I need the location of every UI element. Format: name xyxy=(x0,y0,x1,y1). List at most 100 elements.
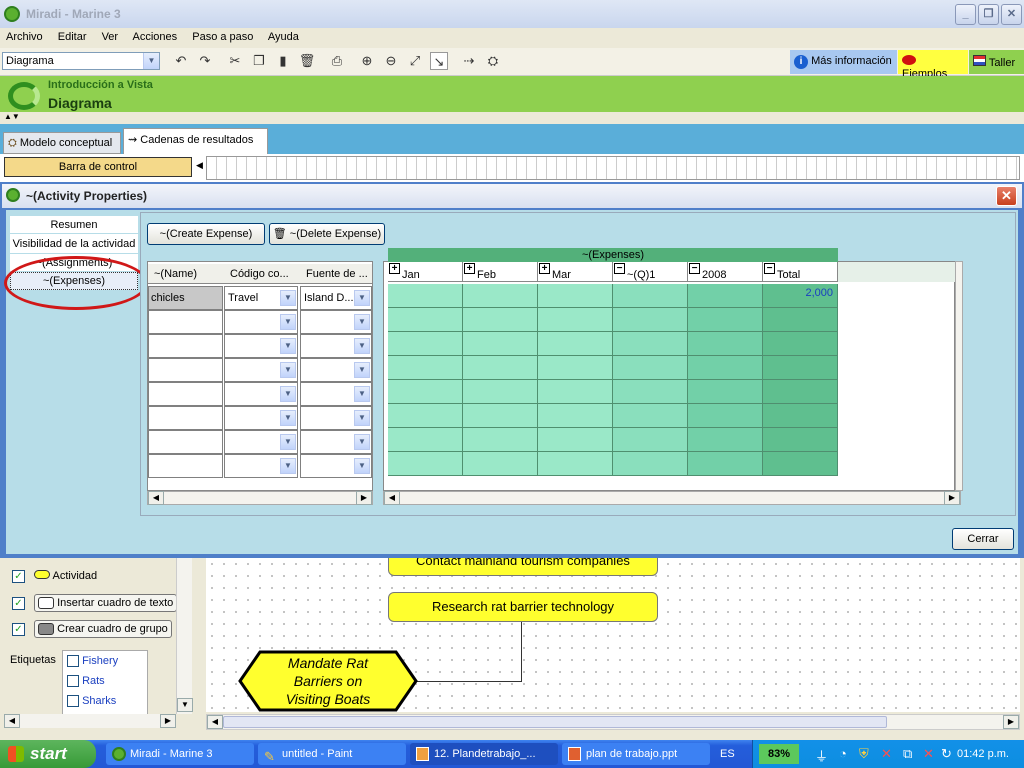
grid-cell[interactable] xyxy=(613,308,688,332)
power-plug-icon[interactable]: ⏚ xyxy=(815,746,828,765)
scroll-thumb[interactable] xyxy=(223,716,887,728)
maximize-button[interactable]: ❐ xyxy=(978,4,999,25)
grid-col-header[interactable]: − Total xyxy=(763,262,838,282)
grid-cell[interactable] xyxy=(388,284,463,308)
table-row[interactable]: ▼ ▼ xyxy=(148,454,372,478)
expense-name-field[interactable] xyxy=(148,406,223,430)
grid-cell[interactable] xyxy=(613,380,688,404)
grid-cell[interactable] xyxy=(388,452,463,476)
table-row[interactable]: ▼ ▼ xyxy=(148,358,372,382)
grid-cell[interactable] xyxy=(463,356,538,380)
grid-cell[interactable] xyxy=(538,452,613,476)
chevron-down-icon[interactable]: ▼ xyxy=(354,338,370,354)
grid-cell[interactable] xyxy=(763,356,838,380)
grid-col-header[interactable]: + Jan xyxy=(388,262,463,282)
dialog-close-button[interactable]: ✕ xyxy=(996,186,1017,206)
grid-cell[interactable] xyxy=(763,452,838,476)
collapse-left-icon[interactable]: ◀ xyxy=(196,160,203,171)
tag-sharks[interactable]: Sharks xyxy=(63,691,147,711)
task-paint[interactable]: ✎ untitled - Paint xyxy=(258,743,406,765)
cut-icon[interactable]: ✂ xyxy=(226,52,244,70)
grid-cell[interactable] xyxy=(538,332,613,356)
grid-cell[interactable] xyxy=(388,332,463,356)
grid-cell[interactable] xyxy=(463,452,538,476)
create-expense-button[interactable]: ~(Create Expense) xyxy=(147,223,265,245)
clock[interactable]: 01:42 p.m. xyxy=(957,748,1009,760)
collapse-arrows-icon[interactable]: ▲▼ xyxy=(4,112,20,121)
pointer-icon[interactable]: ↘ xyxy=(430,52,448,70)
grid-cell[interactable] xyxy=(688,428,763,452)
grid-cell[interactable] xyxy=(688,284,763,308)
grid-cell[interactable] xyxy=(388,356,463,380)
sidebar-check-group[interactable]: ✓ Crear cuadro de grupo xyxy=(12,620,172,639)
sidebar-vertical-scrollbar[interactable]: ▼ xyxy=(176,558,193,714)
col-code-header[interactable]: Código co... xyxy=(230,268,289,280)
task-ppt[interactable]: plan de trabajo.ppt xyxy=(562,743,710,765)
grid-horizontal-scrollbar[interactable]: ◀ ▶ xyxy=(383,491,961,505)
chevron-down-icon[interactable]: ▼ xyxy=(354,434,370,450)
grid-cell[interactable] xyxy=(688,404,763,428)
chevron-down-icon[interactable]: ▼ xyxy=(280,386,296,402)
undo-icon[interactable]: ↶ xyxy=(172,52,190,70)
task-miradi[interactable]: Miradi - Marine 3 xyxy=(106,743,254,765)
grid-cell[interactable] xyxy=(688,308,763,332)
grid-cell[interactable] xyxy=(463,284,538,308)
nav-summary[interactable]: Resumen xyxy=(10,216,138,234)
menu-acciones[interactable]: Acciones xyxy=(133,31,178,43)
task-plan-doc[interactable]: 12. Plandetrabajo_... xyxy=(410,743,558,765)
scroll-left-icon[interactable]: ◀ xyxy=(207,715,223,729)
delete-icon[interactable]: 🗑 xyxy=(298,52,316,70)
chevron-down-icon[interactable]: ▼ xyxy=(280,434,296,450)
expense-code-select[interactable]: ▼ xyxy=(224,358,298,382)
scroll-down-icon[interactable]: ▼ xyxy=(177,698,193,712)
menu-archivo[interactable]: Archivo xyxy=(6,31,43,43)
grid-cell[interactable] xyxy=(688,452,763,476)
grid-cell[interactable] xyxy=(688,332,763,356)
table-horizontal-scrollbar[interactable]: ◀ ▶ xyxy=(147,491,373,505)
tag-rats[interactable]: Rats xyxy=(63,671,147,691)
table-row[interactable]: ▼ ▼ xyxy=(148,334,372,358)
delete-expense-button[interactable]: 🗑 ~(Delete Expense) xyxy=(269,223,385,245)
grid-cell[interactable] xyxy=(388,380,463,404)
scroll-left-icon[interactable]: ◀ xyxy=(384,491,400,505)
table-row[interactable]: ▼ ▼ xyxy=(148,382,372,406)
chevron-down-icon[interactable]: ▼ xyxy=(280,458,296,474)
sidebar-check-activity[interactable]: ✓ Actividad xyxy=(12,570,97,583)
menu-ver[interactable]: Ver xyxy=(102,31,119,43)
grid-cell[interactable] xyxy=(613,284,688,308)
sidebar-check-textbox[interactable]: ✓ Insertar cuadro de texto xyxy=(12,594,178,613)
view-select[interactable]: Diagrama ▼ xyxy=(2,52,160,70)
expense-name-field[interactable] xyxy=(148,358,223,382)
scroll-right-icon[interactable]: ▶ xyxy=(356,491,372,505)
grid-cell[interactable] xyxy=(613,404,688,428)
grid-cell[interactable] xyxy=(388,308,463,332)
expense-source-select[interactable]: ▼ xyxy=(300,406,372,430)
grid-cell[interactable] xyxy=(388,428,463,452)
scroll-right-icon[interactable]: ▶ xyxy=(160,714,176,728)
grid-cell[interactable] xyxy=(763,404,838,428)
close-window-button[interactable]: ✕ xyxy=(1001,4,1022,25)
grid-cell[interactable] xyxy=(538,428,613,452)
network-disconnected-icon[interactable]: ✕ xyxy=(923,746,934,762)
expand-icon[interactable]: + xyxy=(389,263,400,274)
grid-cell[interactable] xyxy=(463,404,538,428)
grid-col-header[interactable]: − ~(Q)1 xyxy=(613,262,688,282)
sidebar-horizontal-scrollbar[interactable]: ◀ ▶ xyxy=(4,714,176,728)
link-icon[interactable]: ⇢ xyxy=(460,52,478,70)
expense-name-field[interactable] xyxy=(148,382,223,406)
expense-source-select[interactable]: ▼ xyxy=(300,310,372,334)
grid-cell[interactable] xyxy=(763,380,838,404)
expense-name-field[interactable] xyxy=(148,430,223,454)
network-disconnected-icon[interactable]: ✕ xyxy=(881,746,892,762)
tab-results-chains[interactable]: ⇝ Cadenas de resultados xyxy=(123,128,268,154)
tab-conceptual-model[interactable]: ⛭ Modelo conceptual xyxy=(3,132,121,154)
chevron-down-icon[interactable]: ▼ xyxy=(354,458,370,474)
scroll-right-icon[interactable]: ▶ xyxy=(1003,715,1019,729)
grid-cell[interactable] xyxy=(538,380,613,404)
table-row[interactable]: ▼ ▼ xyxy=(148,310,372,334)
grid-cell[interactable] xyxy=(538,284,613,308)
grid-cell[interactable] xyxy=(388,404,463,428)
expense-source-select[interactable]: ▼ xyxy=(300,358,372,382)
chevron-down-icon[interactable]: ▼ xyxy=(280,410,296,426)
strategy-node[interactable]: Mandate Rat Barriers on Visiting Boats xyxy=(238,650,418,712)
